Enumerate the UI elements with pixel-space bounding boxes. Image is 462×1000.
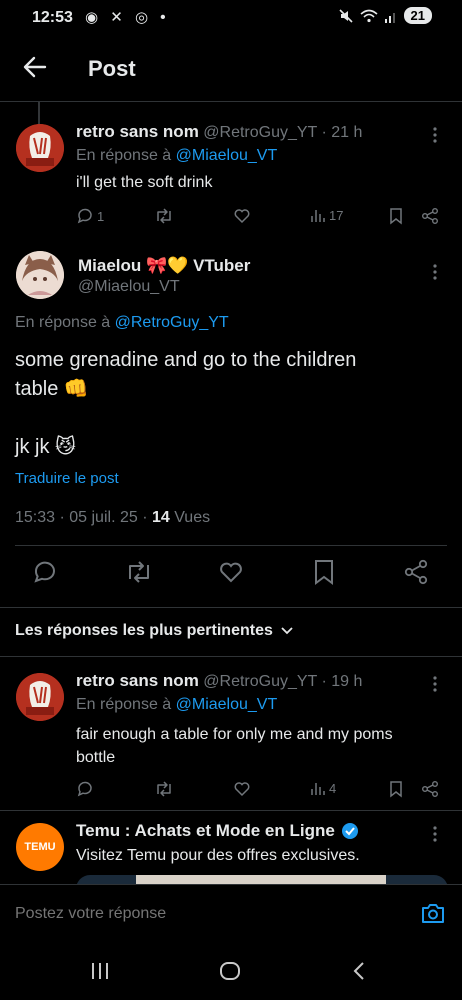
views-count: 4 — [329, 780, 337, 796]
sort-dropdown[interactable]: Les réponses les plus pertinentes — [15, 622, 293, 640]
post-text-line: bottle — [76, 749, 116, 766]
author-name[interactable]: Temu : Achats et Mode en Ligne — [76, 821, 335, 841]
page-title: Post — [88, 56, 136, 81]
reply-button[interactable]: 1 — [76, 207, 104, 225]
mute-icon — [338, 8, 354, 24]
post-timestamp: 15:33 · 05 juil. 25 · — [15, 509, 152, 526]
avatar[interactable] — [16, 673, 64, 721]
system-icons: 21 — [338, 7, 432, 24]
like-icon[interactable] — [233, 780, 251, 798]
divider — [15, 545, 447, 546]
reply-to-link[interactable]: @Miaelou_VT — [176, 696, 278, 713]
battery-indicator: 21 — [403, 7, 432, 24]
avatar[interactable] — [16, 251, 64, 299]
divider — [0, 607, 462, 608]
more-options-icon[interactable] — [432, 126, 438, 144]
top-bar: Post — [0, 36, 462, 102]
status-bar: 12:53 ◉ ✕ ◎ • 21 — [0, 0, 462, 36]
views-icon — [311, 210, 325, 222]
views-icon — [311, 783, 325, 795]
reply-context: En réponse à @Miaelou_VT — [76, 696, 277, 714]
author-handle-time: @RetroGuy_YT · 21 h — [203, 124, 363, 141]
post-actions: 4 — [76, 779, 446, 799]
more-options-icon[interactable] — [432, 675, 438, 693]
post-actions: 1 17 — [76, 206, 446, 226]
post-header: Temu : Achats et Mode en Ligne — [76, 821, 359, 841]
main-post: Miaelou 🎀💛 VTuber @Miaelou_VT En réponse… — [0, 237, 462, 607]
post-meta: 15:33 · 05 juil. 25 · 14 Vues — [15, 509, 210, 527]
reply-input[interactable] — [15, 899, 395, 929]
post-text-line: some grenadine and go to the children — [15, 349, 357, 371]
views-label: Vues — [169, 509, 211, 526]
bookmark-icon[interactable] — [388, 207, 404, 225]
more-options-icon[interactable] — [432, 263, 438, 281]
like-icon[interactable] — [233, 207, 251, 225]
sort-label: Les réponses les plus pertinentes — [15, 622, 273, 639]
retweet-icon[interactable] — [125, 559, 153, 587]
bookmark-icon[interactable] — [388, 780, 404, 798]
bookmark-icon[interactable] — [312, 559, 340, 587]
ad-media[interactable] — [76, 875, 448, 884]
avatar[interactable] — [16, 124, 64, 172]
author-name[interactable]: retro sans nom — [76, 122, 199, 141]
translate-link[interactable]: Traduire le post — [15, 470, 119, 487]
like-icon[interactable] — [218, 560, 246, 588]
post-text-line: table 👊 — [15, 378, 89, 400]
reply-context: En réponse à @RetroGuy_YT — [15, 314, 229, 332]
post-header: retro sans nom @RetroGuy_YT · 19 h — [76, 671, 362, 691]
author-handle[interactable]: @Miaelou_VT — [78, 278, 180, 296]
views-count: 14 — [151, 509, 170, 526]
views-button[interactable]: 4 — [310, 780, 336, 796]
author-name[interactable]: Miaelou 🎀💛 VTuber — [78, 256, 250, 276]
reply-icon[interactable] — [76, 780, 94, 798]
logo-text: TEMU — [24, 841, 56, 853]
system-nav-bar — [0, 942, 462, 1000]
reply-count: 1 — [97, 208, 105, 224]
post-text: fair enough a table for only me and my p… — [76, 723, 393, 769]
promoted-post[interactable]: TEMU Temu : Achats et Mode en Ligne Visi… — [0, 811, 462, 884]
ad-image — [136, 875, 386, 884]
reply-context: En réponse à @Miaelou_VT — [76, 147, 277, 165]
reply-composer — [0, 884, 462, 942]
recent-apps-icon[interactable] — [90, 962, 110, 980]
share-icon[interactable] — [421, 207, 439, 225]
verified-icon — [341, 822, 359, 840]
post-header: retro sans nom @RetroGuy_YT · 21 h — [76, 122, 362, 142]
post-text: some grenadine and go to the children ta… — [15, 346, 455, 462]
more-options-icon[interactable] — [432, 825, 438, 843]
back-nav-icon[interactable] — [352, 961, 366, 981]
reply-to-link[interactable]: @Miaelou_VT — [176, 147, 278, 164]
share-icon[interactable] — [421, 780, 439, 798]
signal-icon — [384, 9, 398, 23]
author-name[interactable]: retro sans nom — [76, 671, 199, 690]
reply-prefix: En réponse à — [15, 314, 115, 331]
share-icon[interactable] — [403, 559, 431, 587]
notification-icons: ◉ ✕ ◎ • — [85, 9, 170, 26]
reply-icon[interactable] — [33, 559, 61, 587]
parent-post[interactable]: retro sans nom @RetroGuy_YT · 21 h En ré… — [0, 102, 462, 237]
chevron-down-icon — [281, 627, 293, 635]
author-handle-time: @RetroGuy_YT · 19 h — [203, 673, 363, 690]
retweet-icon[interactable] — [154, 780, 174, 798]
post-text-line: fair enough a table for only me and my p… — [76, 726, 393, 743]
reply-prefix: En réponse à — [76, 696, 176, 713]
camera-icon[interactable] — [420, 901, 446, 925]
temu-logo[interactable]: TEMU — [16, 823, 64, 871]
post-text-line: jk jk 😼 — [15, 436, 76, 458]
post-text: Visitez Temu pour des offres exclusives. — [76, 847, 360, 864]
status-time: 12:53 — [32, 9, 73, 26]
reply-prefix: En réponse à — [76, 147, 176, 164]
post-text: i'll get the soft drink — [76, 174, 213, 191]
home-icon[interactable] — [219, 961, 241, 981]
back-arrow-icon[interactable] — [22, 54, 48, 80]
reply-post[interactable]: retro sans nom @RetroGuy_YT · 19 h En ré… — [0, 657, 462, 810]
reply-to-link[interactable]: @RetroGuy_YT — [115, 314, 229, 331]
reply-icon — [77, 208, 92, 224]
retweet-icon[interactable] — [154, 207, 174, 225]
views-button[interactable]: 17 — [310, 207, 343, 223]
views-count: 17 — [329, 207, 344, 223]
wifi-icon — [360, 9, 378, 23]
